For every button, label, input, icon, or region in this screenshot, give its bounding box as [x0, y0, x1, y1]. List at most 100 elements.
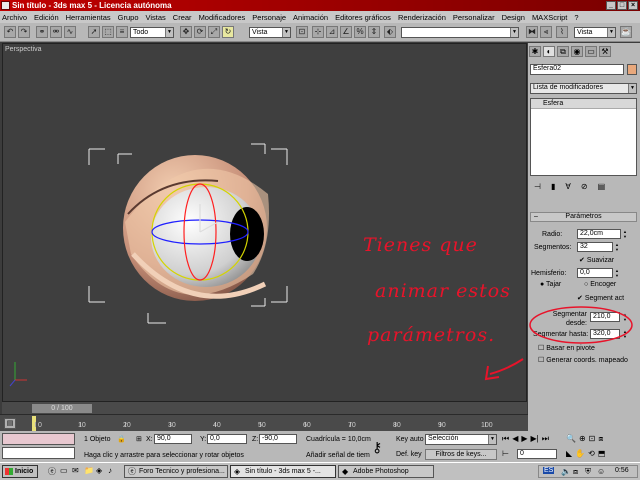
stack-item-esfera[interactable]: Esfera — [531, 99, 636, 109]
task-button-browser[interactable]: ⓔ Foro Tecnico y profesiona... — [124, 465, 228, 478]
show-end-result-icon[interactable]: ▮ — [551, 182, 555, 191]
menu-crear[interactable]: Crear — [173, 13, 192, 22]
object-name-field[interactable]: Esfera02 — [530, 64, 624, 75]
z-coord-input[interactable]: -90,0 — [259, 434, 297, 444]
segment-act-checkbox[interactable]: ✔ Segment act — [577, 294, 624, 303]
curve-editor-icon[interactable]: ⌇ — [556, 26, 568, 38]
prev-frame-icon[interactable]: ◀ — [512, 434, 518, 444]
perspective-viewport[interactable]: Perspectiva Tienes que animar estos pará… — [2, 43, 527, 402]
align-icon[interactable]: ⫷ — [540, 26, 552, 38]
suavizar-checkbox[interactable]: ✔ Suavizar — [579, 256, 614, 265]
display-tab-icon[interactable]: ▭ — [585, 46, 597, 57]
named-selection-icon[interactable]: ⬖ — [384, 26, 396, 38]
close-button[interactable]: × — [628, 1, 638, 10]
quicklaunch-desktop-icon[interactable]: ▭ — [60, 466, 68, 475]
select-rotate-icon[interactable]: ⟳ — [194, 26, 206, 38]
angle-snap-icon[interactable]: ∠ — [340, 26, 352, 38]
menu-modificadores[interactable]: Modificadores — [199, 13, 246, 22]
named-selection-dropdown[interactable]: ▼ — [401, 27, 519, 38]
axis-constraint-icon[interactable]: ⊹ — [312, 26, 324, 38]
reference-coord-dropdown[interactable]: Vista ▼ — [249, 27, 291, 38]
menu-archivo[interactable]: Archivo — [2, 13, 27, 22]
segmentos-input[interactable]: 32 — [577, 242, 613, 252]
menu-grupo[interactable]: Grupo — [118, 13, 139, 22]
selection-filter-dropdown[interactable]: Todo ▼ — [130, 27, 174, 38]
lock-selection-icon[interactable]: 🔒 — [117, 435, 126, 444]
mirror-icon[interactable]: ⧓ — [526, 26, 538, 38]
select-move-icon[interactable]: ✥ — [180, 26, 192, 38]
link-icon[interactable]: ⚭ — [36, 26, 48, 38]
radio-input[interactable]: 22,0cm — [577, 229, 621, 239]
menu-help[interactable]: ? — [574, 13, 578, 22]
zoom-all-icon[interactable]: ⊕ — [579, 434, 586, 444]
motion-tab-icon[interactable]: ◉ — [571, 46, 583, 57]
time-slider[interactable]: 0 / 100 — [32, 404, 92, 413]
utilities-tab-icon[interactable]: ⚒ — [599, 46, 611, 57]
x-coord-input[interactable]: 90,0 — [154, 434, 192, 444]
menu-herramientas[interactable]: Herramientas — [66, 13, 111, 22]
zoom-icon[interactable]: 🔍 — [566, 434, 576, 444]
minimize-button[interactable]: _ — [606, 1, 616, 10]
key-filters-button[interactable]: Filtros de keys... — [425, 449, 497, 460]
params-rollout-header[interactable]: – Parámetros — [530, 212, 637, 222]
set-key-icon[interactable]: ⚷ — [372, 439, 382, 456]
network-icon[interactable]: ⧈ — [573, 467, 578, 477]
task-button-3dsmax[interactable]: ◈ Sin título - 3ds max 5 -... — [230, 465, 336, 478]
key-mode-dropdown[interactable]: Selección ▼ — [425, 434, 497, 445]
render-type-dropdown[interactable]: Vista ▼ — [574, 27, 616, 38]
select-icon[interactable]: ➚ — [88, 26, 100, 38]
encoger-radio[interactable]: ○ Encoger — [584, 280, 616, 289]
add-time-tag-button[interactable]: Añadir señal de tiem — [306, 451, 370, 460]
clock[interactable]: 0:56 — [615, 467, 629, 474]
time-slider-track[interactable]: 0 / 100 — [2, 402, 527, 414]
undo-icon[interactable]: ↶ — [4, 26, 16, 38]
quicklaunch-max-icon[interactable]: ◈ — [96, 466, 102, 475]
spinner-snap-icon[interactable]: ⇕ — [368, 26, 380, 38]
quicklaunch-ie-icon[interactable]: ⓔ — [48, 466, 56, 477]
object-color-swatch[interactable] — [627, 64, 637, 75]
track-bar[interactable]: ▤ 0 10 20 30 40 50 60 70 80 90 100 — [0, 414, 528, 431]
modifier-list-dropdown[interactable]: Lista de modificadores ▼ — [530, 83, 637, 94]
menu-personalizar[interactable]: Personalizar — [453, 13, 495, 22]
generar-coords-checkbox[interactable]: ☐ Generar coords. mapeado — [538, 356, 628, 365]
menu-edicion[interactable]: Edición — [34, 13, 59, 22]
select-by-name-icon[interactable]: ≡ — [116, 26, 128, 38]
goto-start-icon[interactable]: ⏮ — [502, 434, 509, 444]
pan-icon[interactable]: ✋ — [575, 449, 585, 458]
security-icon[interactable]: ⛨ — [585, 467, 591, 477]
messenger-icon[interactable]: ☺ — [597, 467, 605, 476]
zoom-extents-icon[interactable]: ⊡ — [589, 434, 596, 444]
maximize-button[interactable]: □ — [617, 1, 627, 10]
field-of-view-icon[interactable]: ◣ — [566, 449, 572, 458]
menu-animacion[interactable]: Animación — [293, 13, 328, 22]
create-tab-icon[interactable]: ✱ — [529, 46, 541, 57]
basar-checkbox[interactable]: ☐ Basar en pivote — [538, 344, 595, 353]
play-icon[interactable]: ▶ — [521, 434, 527, 444]
hemisferio-spinner[interactable]: ▲ ▼ — [614, 268, 620, 278]
next-frame-icon[interactable]: ▶| — [531, 434, 539, 444]
maxscript-listener-mini[interactable] — [2, 433, 75, 445]
quicklaunch-media-icon[interactable]: ♪ — [108, 466, 112, 475]
arc-rotate-icon[interactable]: ⟲ — [588, 449, 595, 458]
redo-icon[interactable]: ↷ — [18, 26, 30, 38]
snap-icon[interactable]: ⊿ — [326, 26, 338, 38]
zoom-extents-all-icon[interactable]: ⧈ — [598, 434, 603, 444]
modify-tab-icon[interactable]: ◐ — [543, 46, 555, 57]
menu-renderizacion[interactable]: Renderización — [398, 13, 446, 22]
key-auto-button[interactable]: Key auto — [396, 435, 424, 444]
tajar-radio[interactable]: ● Tajar — [540, 280, 561, 289]
quicklaunch-outlook-icon[interactable]: ✉ — [72, 466, 79, 475]
current-frame-input[interactable]: 0 — [517, 449, 557, 459]
menu-editores-graficos[interactable]: Editores gráficos — [335, 13, 391, 22]
pin-stack-icon[interactable]: ⊣ — [534, 182, 541, 191]
trackbar-menu-icon[interactable]: ▤ — [4, 418, 16, 429]
unlink-icon[interactable]: ⚮ — [50, 26, 62, 38]
segmentos-spinner[interactable]: ▲ ▼ — [614, 242, 620, 252]
menu-maxscript[interactable]: MAXScript — [532, 13, 567, 22]
hierarchy-tab-icon[interactable]: ⧉ — [557, 46, 569, 57]
pivot-center-icon[interactable]: ⊡ — [296, 26, 308, 38]
quick-render-icon[interactable]: ☕ — [620, 26, 632, 38]
volume-icon[interactable]: 🔈 — [561, 467, 571, 476]
percent-snap-icon[interactable]: % — [354, 26, 366, 38]
key-mode-toggle-icon[interactable]: ⊢ — [502, 449, 509, 458]
